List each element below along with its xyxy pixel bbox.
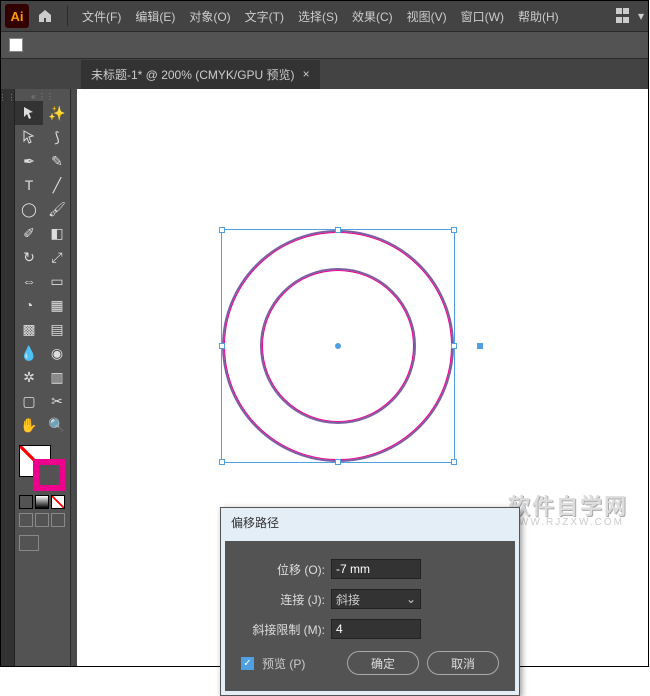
line-tool-icon[interactable]: ╱ — [43, 173, 71, 197]
artboard[interactable]: 软件自学网 WWW.RJZXW.COM 偏移路径 位移 (O): 连接 (J):… — [77, 89, 648, 666]
color-mode-row — [15, 491, 70, 511]
dialog-title: 偏移路径 — [221, 508, 519, 537]
offset-label: 位移 (O): — [241, 561, 325, 578]
canvas-area: 软件自学网 WWW.RJZXW.COM 偏移路径 位移 (O): 连接 (J):… — [71, 89, 648, 666]
zoom-tool-icon[interactable]: 🔍 — [43, 413, 71, 437]
selection-bounds — [221, 229, 455, 463]
gradient-swatch[interactable] — [35, 495, 49, 509]
menu-edit[interactable]: 编辑(E) — [129, 4, 181, 29]
offset-input[interactable] — [331, 559, 421, 579]
menu-effect[interactable]: 效果(C) — [346, 4, 399, 29]
stroke-swatch-icon[interactable] — [33, 459, 65, 491]
close-icon[interactable]: × — [303, 67, 310, 81]
document-tab-title: 未标题-1* @ 200% (CMYK/GPU 预览) — [91, 66, 295, 83]
menu-object[interactable]: 对象(O) — [183, 4, 236, 29]
direct-selection-tool-icon[interactable] — [15, 125, 43, 149]
join-label: 连接 (J): — [241, 591, 325, 608]
shaper-tool-icon[interactable]: ✐ — [15, 221, 43, 245]
control-bar — [1, 31, 648, 59]
hand-tool-icon[interactable]: ✋ — [15, 413, 43, 437]
screen-mode-icon[interactable] — [19, 535, 39, 551]
lasso-tool-icon[interactable]: ⟆ — [43, 125, 71, 149]
width-tool-icon[interactable]: ⇔ — [15, 269, 43, 293]
color-swatch[interactable] — [19, 495, 33, 509]
resize-handle[interactable] — [451, 459, 457, 465]
draw-normal-icon[interactable] — [19, 513, 33, 527]
ellipse-tool-icon[interactable]: ◯ — [15, 197, 43, 221]
resize-handle[interactable] — [335, 227, 341, 233]
draw-behind-icon[interactable] — [35, 513, 49, 527]
rotate-tool-icon[interactable]: ↻ — [15, 245, 43, 269]
fill-stroke-control[interactable] — [15, 443, 71, 491]
resize-handle[interactable] — [219, 343, 225, 349]
pen-tool-icon[interactable]: ✒ — [15, 149, 43, 173]
join-value: 斜接 — [336, 591, 360, 608]
draw-modes — [15, 511, 70, 529]
toolbox-handle-icon[interactable]: « ⋮⋮ — [15, 91, 70, 101]
mesh-tool-icon[interactable]: ▩ — [15, 317, 43, 341]
anchor-point-icon[interactable] — [476, 342, 484, 350]
artboard-tool-icon[interactable]: ▢ — [15, 389, 43, 413]
none-swatch[interactable] — [51, 495, 65, 509]
center-point-icon — [335, 343, 341, 349]
magic-wand-tool-icon[interactable]: ✨ — [43, 101, 71, 125]
type-tool-icon[interactable]: T — [15, 173, 43, 197]
no-selection-icon — [9, 38, 23, 52]
home-icon[interactable] — [31, 2, 59, 30]
resize-handle[interactable] — [219, 227, 225, 233]
perspective-grid-tool-icon[interactable]: ▦ — [43, 293, 71, 317]
chevron-down-icon: ⌄ — [406, 592, 416, 606]
blend-tool-icon[interactable]: ◉ — [43, 341, 71, 365]
watermark-url: WWW.RJZXW.COM — [507, 517, 624, 528]
menu-type[interactable]: 文字(T) — [239, 4, 290, 29]
resize-handle[interactable] — [451, 343, 457, 349]
resize-handle[interactable] — [219, 459, 225, 465]
scale-tool-icon[interactable]: ⤢ — [43, 245, 71, 269]
document-tabbar: 未标题-1* @ 200% (CMYK/GPU 预览) × — [1, 59, 648, 89]
panel-dock[interactable]: ⋮⋮ — [1, 89, 15, 666]
miter-label: 斜接限制 (M): — [241, 621, 325, 638]
shape-builder-tool-icon[interactable]: ◔ — [15, 293, 43, 317]
preview-label: 预览 (P) — [262, 655, 305, 672]
menu-file[interactable]: 文件(F) — [76, 4, 127, 29]
menubar: Ai 文件(F) 编辑(E) 对象(O) 文字(T) 选择(S) 效果(C) 视… — [1, 1, 648, 31]
eyedropper-tool-icon[interactable]: 💧 — [15, 341, 43, 365]
workspace-switcher-icon[interactable] — [614, 6, 634, 26]
menu-window[interactable]: 窗口(W) — [455, 4, 510, 29]
symbol-sprayer-tool-icon[interactable]: ✲ — [15, 365, 43, 389]
paintbrush-tool-icon[interactable]: 🖌 — [43, 197, 71, 221]
separator — [67, 6, 68, 26]
selection-tool-icon[interactable] — [15, 101, 43, 125]
resize-handle[interactable] — [335, 459, 341, 465]
menu-select[interactable]: 选择(S) — [292, 4, 344, 29]
cancel-button[interactable]: 取消 — [427, 651, 499, 675]
free-transform-tool-icon[interactable]: ▭ — [43, 269, 71, 293]
menu-help[interactable]: 帮助(H) — [512, 4, 565, 29]
document-tab[interactable]: 未标题-1* @ 200% (CMYK/GPU 预览) × — [81, 60, 320, 89]
draw-inside-icon[interactable] — [51, 513, 65, 527]
app-logo-icon: Ai — [5, 4, 29, 28]
eraser-tool-icon[interactable]: ◧ — [43, 221, 71, 245]
ok-button[interactable]: 确定 — [347, 651, 419, 675]
miter-input[interactable] — [331, 619, 421, 639]
resize-handle[interactable] — [451, 227, 457, 233]
menu-view[interactable]: 视图(V) — [401, 4, 453, 29]
curvature-tool-icon[interactable]: ✎ — [43, 149, 71, 173]
join-select[interactable]: 斜接 ⌄ — [331, 589, 421, 609]
gradient-tool-icon[interactable]: ▤ — [43, 317, 71, 341]
slice-tool-icon[interactable]: ✂ — [43, 389, 71, 413]
column-graph-tool-icon[interactable]: ▥ — [43, 365, 71, 389]
chevron-down-icon[interactable]: ▾ — [638, 9, 644, 23]
toolbox: « ⋮⋮ ✨ ⟆ ✒ ✎ T ╱ ◯ 🖌 ✐ ◧ ↻ ⤢ ⇔ ▭ ◔ ▦ ▩ — [15, 89, 71, 666]
